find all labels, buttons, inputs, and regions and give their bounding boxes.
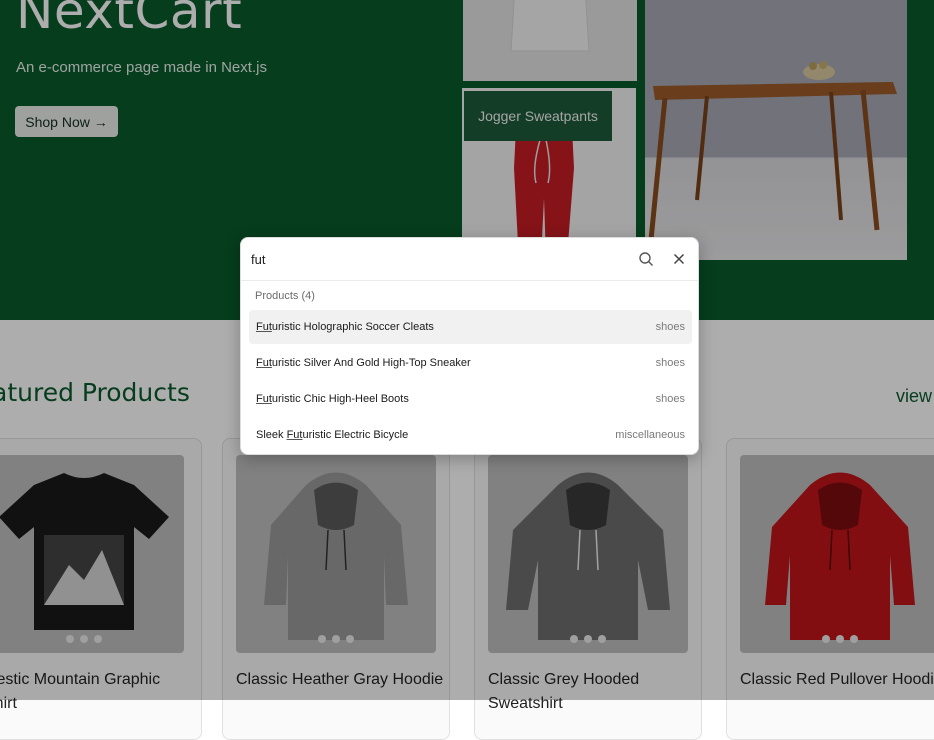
result-name: Futuristic Silver And Gold High-Top Snea… — [256, 357, 471, 369]
search-input[interactable] — [251, 249, 611, 269]
search-result-item[interactable]: Futuristic Chic High-Heel Boots shoes — [249, 382, 692, 416]
result-name: Futuristic Holographic Soccer Cleats — [256, 321, 434, 333]
search-bar — [241, 238, 698, 281]
search-result-item[interactable]: Sleek Futuristic Electric Bicycle miscel… — [249, 418, 692, 452]
result-category: shoes — [655, 357, 685, 369]
result-name: Sleek Futuristic Electric Bicycle — [256, 429, 409, 441]
search-result-item[interactable]: Futuristic Silver And Gold High-Top Snea… — [249, 346, 692, 380]
result-name: Futuristic Chic High-Heel Boots — [256, 393, 409, 405]
match-highlight: Fut — [286, 429, 303, 441]
result-category: miscellaneous — [615, 429, 685, 441]
match-highlight: Fut — [256, 393, 272, 405]
search-dialog: Products (4) Futuristic Holographic Socc… — [240, 237, 699, 455]
search-icon[interactable] — [638, 251, 654, 267]
match-highlight: Fut — [256, 357, 272, 369]
results-group-heading: Products (4) — [255, 290, 315, 302]
close-icon[interactable] — [671, 251, 687, 267]
match-highlight: Fut — [256, 321, 272, 333]
search-result-item[interactable]: Futuristic Holographic Soccer Cleats sho… — [249, 310, 692, 344]
result-category: shoes — [655, 393, 685, 405]
result-category: shoes — [655, 321, 685, 333]
